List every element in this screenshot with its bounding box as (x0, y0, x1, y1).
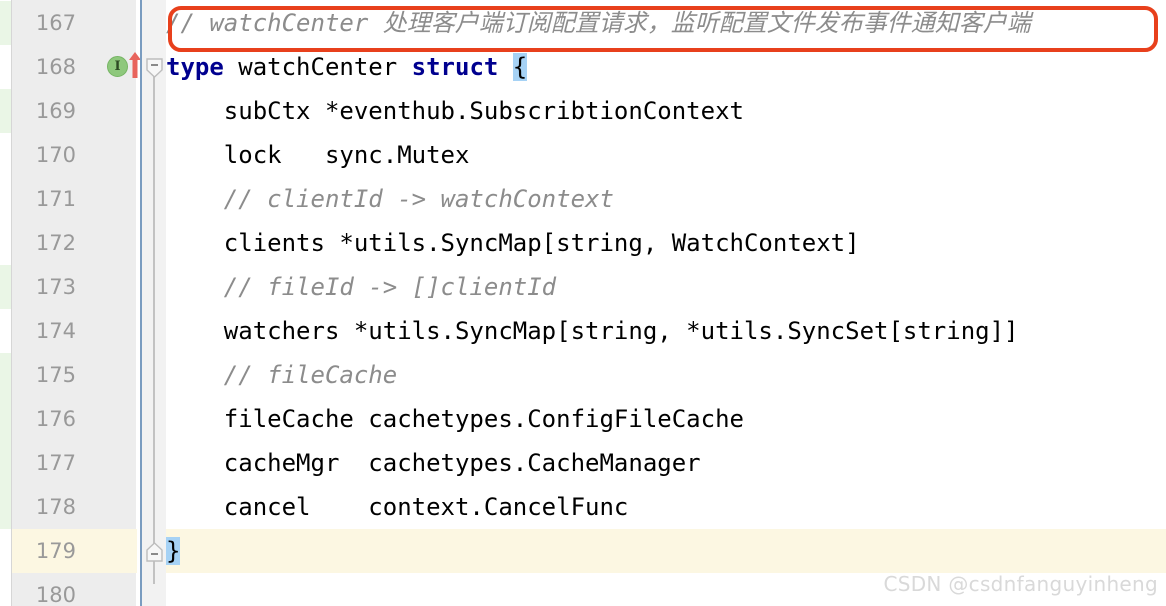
code-token-brace: } (166, 537, 181, 565)
line-number: 169 (35, 99, 76, 123)
code-token-plain: cancel context.CancelFunc (166, 493, 629, 521)
vcs-change-strip[interactable] (0, 0, 11, 606)
code-line[interactable]: // fileId -> []clientId (166, 265, 1166, 309)
gutter-row[interactable]: 178 (12, 485, 137, 529)
code-line[interactable]: type watchCenter struct { (166, 45, 1166, 89)
gutter-row[interactable]: 172 (12, 221, 137, 265)
code-line[interactable]: // watchCenter 处理客户端订阅配置请求，监听配置文件发布事件通知客… (166, 1, 1166, 45)
fold-collapse-end-icon[interactable] (146, 542, 163, 562)
code-token-plain: lock sync.Mutex (166, 141, 470, 169)
vcs-change-marker[interactable] (0, 265, 11, 309)
gutter-row[interactable]: 173 (12, 265, 137, 309)
line-number-gutter[interactable]: 167 168 I 169 170 171 172 173 174 175 176 177 178 179… (11, 0, 141, 606)
vcs-change-marker[interactable] (0, 397, 11, 441)
code-line[interactable]: watchers *utils.SyncMap[string, *utils.S… (166, 309, 1166, 353)
line-number: 178 (35, 495, 76, 519)
code-token-comment: // fileCache (166, 361, 398, 389)
code-token-kw: type (166, 53, 224, 81)
vcs-change-marker[interactable] (0, 353, 11, 397)
line-number: 170 (35, 143, 76, 167)
code-token-comment: // fileId -> []clientId (166, 273, 557, 301)
code-token-plain: subCtx *eventhub.SubscribtionContext (166, 97, 744, 125)
line-number: 180 (35, 583, 76, 606)
code-line[interactable]: // fileCache (166, 353, 1166, 397)
gutter-row[interactable]: 174 (12, 309, 137, 353)
code-token-kw: struct (411, 53, 499, 81)
vcs-change-marker[interactable] (0, 1, 11, 45)
line-number: 176 (35, 407, 76, 431)
code-token-plain: watchers *utils.SyncMap[string, *utils.S… (166, 317, 1019, 345)
vcs-change-marker[interactable] (0, 89, 11, 133)
gutter-row[interactable]: 176 (12, 397, 137, 441)
code-line[interactable]: cancel context.CancelFunc (166, 485, 1166, 529)
code-token-comment: // clientId -> watchContext (166, 185, 614, 213)
gutter-row[interactable]: 168 I (12, 45, 141, 89)
code-line[interactable]: } (166, 529, 1166, 573)
fold-collapse-start-icon[interactable] (146, 58, 163, 78)
line-number: 168 (35, 55, 76, 79)
line-number: 177 (35, 451, 76, 475)
gutter-row[interactable]: 170 (12, 133, 137, 177)
code-line[interactable]: lock sync.Mutex (166, 133, 1166, 177)
code-token-comment: // watchCenter 处理客户端订阅配置请求，监听配置文件发布事件通知客… (166, 9, 1031, 37)
gutter-row[interactable]: 177 (12, 441, 137, 485)
gutter-row[interactable]: 167 (12, 1, 137, 45)
gutter-row[interactable]: 169 (12, 89, 137, 133)
code-editor[interactable]: 167 168 I 169 170 171 172 173 174 175 176 177 178 179… (0, 0, 1166, 606)
code-token-plain: clients *utils.SyncMap[string, WatchCont… (166, 229, 860, 257)
line-number: 174 (35, 319, 76, 343)
csdn-watermark: CSDN @csdnfanguyinheng (883, 572, 1158, 596)
code-line[interactable]: subCtx *eventhub.SubscribtionContext (166, 89, 1166, 133)
code-line[interactable]: // clientId -> watchContext (166, 177, 1166, 221)
code-token-brace: { (512, 53, 528, 81)
line-number: 175 (35, 363, 76, 387)
gutter-row[interactable]: 179 (12, 529, 137, 573)
code-line[interactable]: clients *utils.SyncMap[string, WatchCont… (166, 221, 1166, 265)
indicator-vertical-line (140, 0, 142, 606)
line-number: 167 (35, 11, 76, 35)
code-line[interactable]: cacheMgr cachetypes.CacheManager (166, 441, 1166, 485)
line-number: 179 (35, 539, 76, 563)
line-number: 172 (35, 231, 76, 255)
fold-region-connector-line (153, 76, 155, 584)
line-number: 173 (35, 275, 76, 299)
code-token-plain: cacheMgr cachetypes.CacheManager (166, 449, 701, 477)
code-token-plain: fileCache cachetypes.ConfigFileCache (166, 405, 744, 433)
vcs-change-marker[interactable] (0, 485, 11, 529)
gutter-row[interactable]: 180 (12, 573, 137, 606)
vcs-change-marker[interactable] (0, 441, 11, 485)
line-number: 171 (35, 187, 76, 211)
implements-interface-icon[interactable]: I (107, 56, 128, 77)
gutter-row[interactable]: 175 (12, 353, 137, 397)
code-token-plain: watchCenter (223, 53, 412, 81)
code-line[interactable]: fileCache cachetypes.ConfigFileCache (166, 397, 1166, 441)
gutter-row[interactable]: 171 (12, 177, 137, 221)
code-content-area[interactable]: // watchCenter 处理客户端订阅配置请求，监听配置文件发布事件通知客… (166, 0, 1166, 606)
